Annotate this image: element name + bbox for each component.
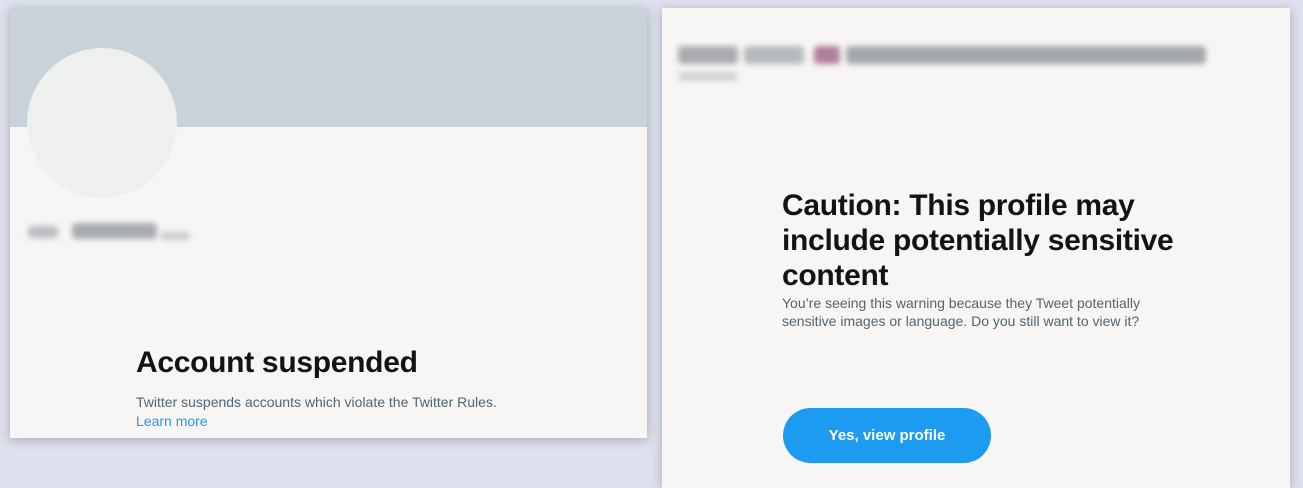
blurred-profile-header bbox=[744, 46, 804, 64]
blurred-display-name bbox=[72, 223, 157, 239]
learn-more-link[interactable]: Learn more bbox=[136, 413, 208, 429]
view-profile-button[interactable]: Yes, view profile bbox=[783, 408, 991, 463]
suspended-message: Twitter suspends accounts which violate … bbox=[136, 393, 536, 431]
suspended-title: Account suspended bbox=[136, 346, 418, 379]
blurred-display-name bbox=[160, 232, 190, 240]
avatar bbox=[27, 48, 177, 198]
caution-message: You’re seeing this warning because they … bbox=[782, 295, 1141, 329]
suspended-message-text: Twitter suspends accounts which violate … bbox=[136, 394, 497, 410]
caution-title: Caution: This profile may include potent… bbox=[782, 189, 1174, 292]
blurred-profile-header bbox=[678, 46, 738, 64]
suspended-profile-panel: Account suspended Twitter suspends accou… bbox=[10, 8, 647, 438]
blurred-profile-header bbox=[846, 46, 1206, 64]
sensitive-profile-panel: Caution: This profile may include potent… bbox=[662, 8, 1290, 488]
blurred-profile-header bbox=[678, 72, 738, 81]
blurred-display-name bbox=[28, 226, 58, 238]
blurred-profile-header bbox=[814, 46, 840, 64]
